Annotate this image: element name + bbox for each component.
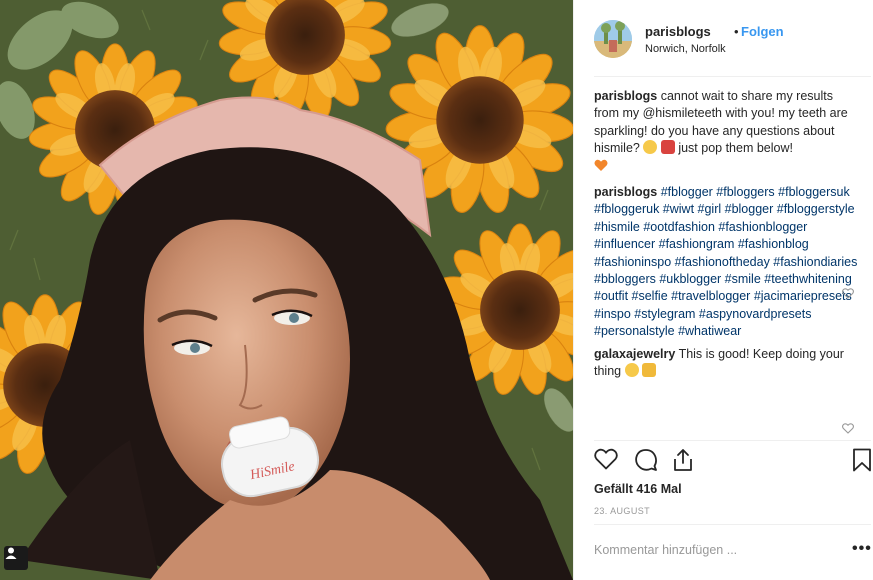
post-sidebar: parisblogs • Folgen Norwich, Norfolk par… xyxy=(573,0,873,580)
user-tag-icon xyxy=(5,547,17,559)
post-photo-illustration: HiSmile xyxy=(0,0,573,580)
caption-text-end: just pop them below! xyxy=(678,141,793,156)
comments-list[interactable]: parisblogs cannot wait to share my resul… xyxy=(594,88,859,440)
follow-button[interactable]: Folgen xyxy=(741,24,784,39)
comments-divider xyxy=(594,440,871,441)
share-icon[interactable] xyxy=(672,448,694,472)
tongue-icon xyxy=(660,140,675,155)
avatar-image xyxy=(594,20,632,58)
comment-like-icon[interactable] xyxy=(842,288,854,299)
post-location[interactable]: Norwich, Norfolk xyxy=(645,43,726,55)
post-photo[interactable]: HiSmile xyxy=(0,0,573,580)
hashtags-comment: parisblogs #fblogger #fbloggers #fblogge… xyxy=(594,184,859,341)
action-bar xyxy=(594,448,871,476)
reply-comment: galaxajewelry This is good! Keep doing y… xyxy=(594,346,859,381)
hashtags-text[interactable]: #fblogger #fbloggers #fbloggersuk #fblog… xyxy=(594,185,857,338)
add-comment-input[interactable]: Kommentar hinzufügen ... xyxy=(594,543,737,557)
grinning-face-icon xyxy=(643,140,658,155)
heart-outline-icon[interactable] xyxy=(594,448,618,470)
post-date[interactable]: 23. AUGUST xyxy=(594,506,650,516)
orange-heart-icon xyxy=(594,159,608,171)
caption-comment: parisblogs cannot wait to share my resul… xyxy=(594,88,859,175)
heart-eyes-emoji-icon xyxy=(624,363,639,378)
header-separator: • xyxy=(734,24,739,39)
muscle-emoji-icon xyxy=(642,363,657,378)
header-divider xyxy=(594,76,871,77)
bookmark-icon[interactable] xyxy=(852,448,872,472)
post-username[interactable]: parisblogs xyxy=(645,24,711,39)
comment-bubble-icon[interactable] xyxy=(634,448,658,472)
reply-username[interactable]: galaxajewelry xyxy=(594,347,675,361)
likes-count[interactable]: Gefällt 416 Mal xyxy=(594,482,682,496)
more-options-button[interactable]: ••• xyxy=(852,540,872,558)
add-comment-divider xyxy=(594,524,871,525)
reply-like-icon[interactable] xyxy=(842,423,854,434)
caption-username[interactable]: parisblogs xyxy=(594,89,657,103)
avatar[interactable] xyxy=(594,20,632,58)
post-header: parisblogs • Folgen Norwich, Norfolk xyxy=(594,20,854,60)
hashtags-username[interactable]: parisblogs xyxy=(594,185,657,199)
user-tag-button[interactable] xyxy=(4,546,28,570)
